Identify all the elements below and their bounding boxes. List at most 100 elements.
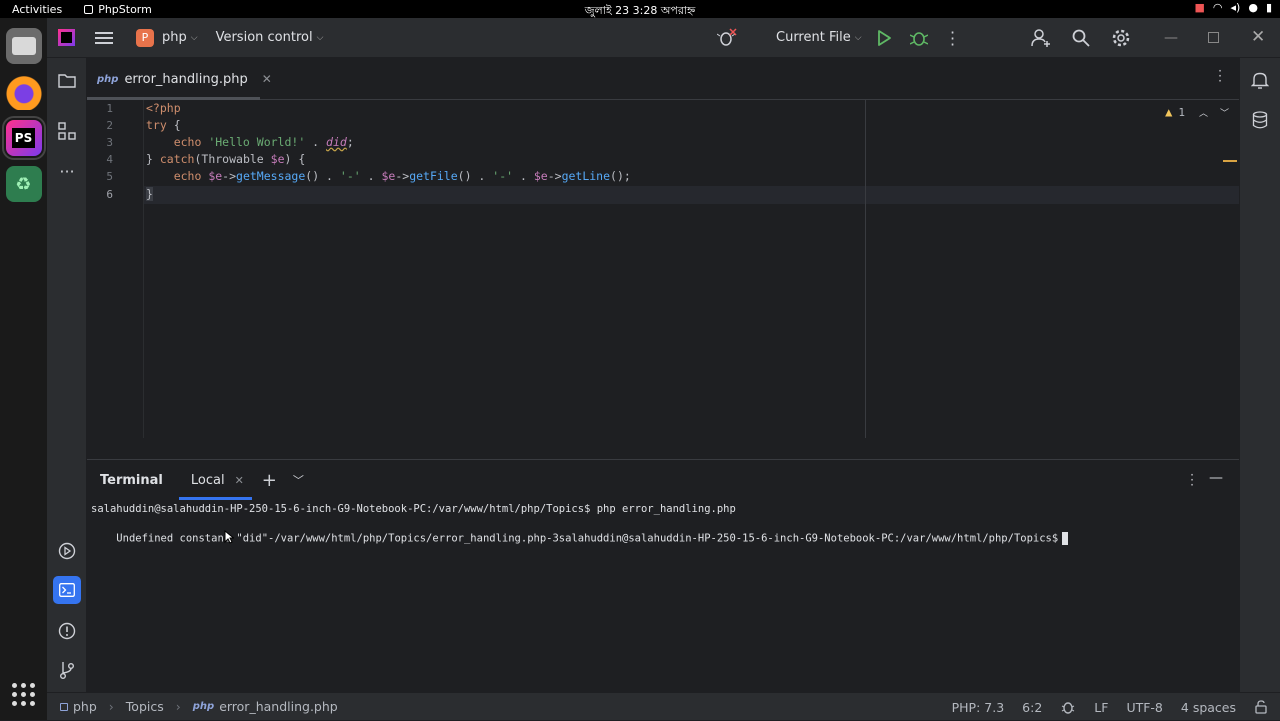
more-tools-icon[interactable]: ··· xyxy=(53,157,81,185)
project-name: php xyxy=(162,30,187,45)
line-number: 4 xyxy=(106,153,113,166)
new-terminal-tab-icon[interactable]: + xyxy=(262,470,277,491)
line-number: 3 xyxy=(106,136,113,149)
close-tab-icon[interactable]: ✕ xyxy=(235,474,244,487)
php-file-icon: php xyxy=(97,73,119,85)
inspection-widget[interactable]: ▲ 1 ︿ ﹀ xyxy=(1165,105,1229,119)
terminal-output-line: salahuddin@salahuddin-HP-250-15-6-inch-G… xyxy=(91,503,736,515)
code-line: <?php xyxy=(146,101,181,115)
indent-setting[interactable]: 4 spaces xyxy=(1181,700,1236,715)
editor-tab-bar: php error_handling.php ✕ · · · xyxy=(87,58,1239,100)
restore-window-icon[interactable] xyxy=(1208,32,1219,43)
structure-icon[interactable] xyxy=(53,117,81,145)
php-file-icon: php xyxy=(192,701,215,712)
terminal-cursor xyxy=(1062,532,1069,545)
mouse-pointer-icon xyxy=(224,529,235,548)
run-icon[interactable] xyxy=(877,30,891,46)
phpstorm-logo-icon: PS xyxy=(11,128,36,148)
line-gutter: 1 2 3 4 5 6 xyxy=(87,100,144,438)
notifications-bell-icon[interactable] xyxy=(1246,66,1274,94)
phpstorm-small-icon xyxy=(84,4,94,14)
trash-app-icon[interactable]: ♻ xyxy=(5,166,42,202)
minimize-window-icon[interactable]: — xyxy=(1164,30,1178,46)
warning-stripe-marker[interactable] xyxy=(1223,160,1237,162)
previous-highlight-icon[interactable]: ︿ xyxy=(1199,106,1208,119)
services-icon[interactable] xyxy=(53,537,81,565)
terminal-output-text: Undefined constant "did"-/var/www/html/p… xyxy=(116,532,1059,545)
warning-count: 1 xyxy=(1178,105,1185,119)
vcs-label: Version control xyxy=(215,30,313,45)
hamburger-menu-icon[interactable] xyxy=(95,31,113,45)
firefox-app-icon[interactable] xyxy=(5,74,42,110)
terminal-more-icon[interactable]: · · · xyxy=(1190,469,1194,491)
tab-error-handling[interactable]: php error_handling.php ✕ xyxy=(97,58,272,100)
files-app-icon[interactable] xyxy=(5,28,42,64)
code-line: } catch(Throwable $e) { xyxy=(146,152,306,166)
folder-icon xyxy=(11,37,36,55)
php-language-level[interactable]: PHP: 7.3 xyxy=(952,700,1005,715)
ide-logo-icon[interactable] xyxy=(58,29,75,46)
activities-button[interactable]: Activities xyxy=(0,3,74,16)
terminal-tab-local[interactable]: Local ✕ xyxy=(178,460,252,500)
line-number: 6 xyxy=(106,188,113,201)
terminal-icon[interactable] xyxy=(53,576,81,604)
battery-icon: ▮ xyxy=(1265,1,1272,14)
recycle-icon: ♻ xyxy=(15,173,32,195)
debug-icon[interactable] xyxy=(910,28,928,48)
close-tab-icon[interactable]: ✕ xyxy=(262,72,272,86)
database-icon[interactable] xyxy=(1246,106,1274,134)
right-margin-guide xyxy=(865,100,866,438)
app-menu[interactable]: PhpStorm xyxy=(84,3,152,16)
debug-off-icon[interactable] xyxy=(717,28,737,48)
line-number: 5 xyxy=(106,170,113,183)
dock: PS ♻ xyxy=(0,18,47,720)
terminal-header: Terminal Local ✕ + ﹀ · · · — xyxy=(87,460,1239,500)
line-number: 2 xyxy=(106,119,113,132)
debug-status-icon[interactable] xyxy=(1060,699,1076,715)
close-window-icon[interactable]: ✕ xyxy=(1251,27,1265,47)
tab-more-icon[interactable]: · · · xyxy=(1218,65,1222,87)
volume-icon: ◂) xyxy=(1230,1,1241,14)
chevron-down-icon: ⌵ xyxy=(854,32,862,43)
chevron-down-icon: ⌵ xyxy=(190,32,198,43)
settings-gear-icon[interactable] xyxy=(1111,28,1131,48)
current-line-highlight xyxy=(144,186,1239,204)
system-top-bar: Activities PhpStorm জুলাই 23 3:28 অপরাহ্… xyxy=(0,0,1280,18)
next-highlight-icon[interactable]: ﹀ xyxy=(1220,106,1229,119)
more-actions-icon[interactable]: · · · xyxy=(950,25,955,53)
wifi-icon: ◠ xyxy=(1212,1,1223,14)
code-line: echo $e->getMessage() . '-' . $e->getFil… xyxy=(146,169,631,183)
system-tray[interactable]: ■ ◠ ◂) ● ▮ xyxy=(1194,1,1272,14)
warning-icon: ▲ xyxy=(1165,105,1173,119)
code-with-me-icon[interactable] xyxy=(1031,28,1051,48)
status-bar: php › Topics › php error_handling.php PH… xyxy=(47,692,1280,720)
git-icon[interactable] xyxy=(53,656,81,684)
code-editor[interactable]: 1 2 3 4 5 6 <?php try { echo 'Hello Worl… xyxy=(87,100,1239,438)
terminal-output-line[interactable]: Undefined constant "did"-/var/www/html/p… xyxy=(91,520,1069,557)
search-icon[interactable] xyxy=(1072,29,1090,47)
show-apps-icon[interactable] xyxy=(12,683,35,706)
terminal-options-chevron-icon[interactable]: ﹀ xyxy=(293,472,304,488)
chevron-right-icon: › xyxy=(108,699,114,714)
tab-label: error_handling.php xyxy=(124,71,248,87)
main-toolbar: P php ⌵ Version control ⌵ Current File ⌵… xyxy=(47,18,1280,58)
breadcrumb-file[interactable]: php error_handling.php xyxy=(193,699,338,714)
code-line: } xyxy=(146,187,153,201)
run-config-selector[interactable]: Current File ⌵ xyxy=(776,30,862,45)
read-only-toggle-icon[interactable] xyxy=(1254,700,1268,714)
status-widgets: PHP: 7.3 6:2 LF UTF-8 4 spaces xyxy=(952,693,1268,721)
phpstorm-app-icon[interactable]: PS xyxy=(1,116,46,160)
line-separator[interactable]: LF xyxy=(1094,700,1108,715)
problems-icon[interactable] xyxy=(53,617,81,645)
project-folder-icon[interactable] xyxy=(53,66,81,94)
breadcrumb-folder[interactable]: Topics xyxy=(126,699,164,714)
file-encoding[interactable]: UTF-8 xyxy=(1126,700,1162,715)
project-badge: P xyxy=(136,28,154,47)
run-config-label: Current File xyxy=(776,30,851,45)
chevron-right-icon: › xyxy=(175,699,181,714)
project-selector[interactable]: P php ⌵ xyxy=(136,28,198,47)
caret-position[interactable]: 6:2 xyxy=(1022,700,1042,715)
breadcrumb-project[interactable]: php xyxy=(60,699,97,714)
hide-panel-icon[interactable]: — xyxy=(1209,470,1223,486)
vcs-selector[interactable]: Version control ⌵ xyxy=(216,30,324,45)
